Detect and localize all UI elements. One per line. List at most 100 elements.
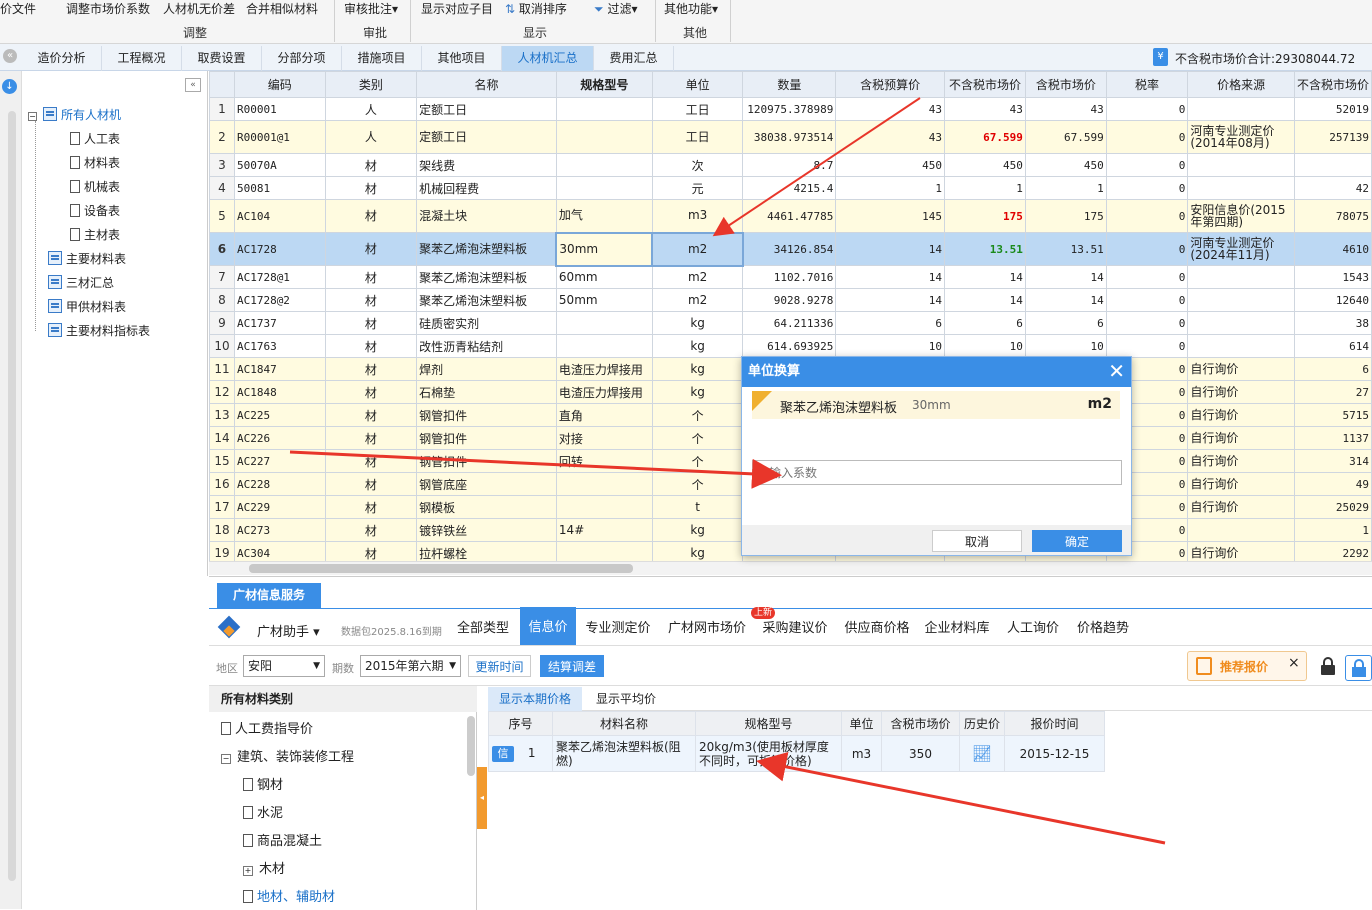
tab-cost-analysis[interactable]: 造价分析 xyxy=(22,46,102,71)
cell-name[interactable]: 石棉垫 xyxy=(416,380,557,404)
cat-steel[interactable]: 钢材 xyxy=(243,776,283,796)
cell-market-inc[interactable]: 14 xyxy=(1024,265,1107,289)
cell-code[interactable]: R00001 xyxy=(233,97,326,121)
tab-fee-summary[interactable]: 费用汇总 xyxy=(594,46,674,71)
cell-spec[interactable] xyxy=(555,311,653,335)
settle-adjust-button[interactable]: 结算调差 xyxy=(540,655,604,677)
close-icon[interactable]: × xyxy=(1288,655,1300,671)
cell-name[interactable]: 改性沥青粘结剂 xyxy=(416,334,557,358)
tree-item-key-indicators[interactable]: 主要材料指标表 xyxy=(48,321,150,341)
cell-spec[interactable]: 60mm xyxy=(555,265,653,289)
tab-info-price[interactable]: 信息价 xyxy=(520,607,576,645)
cell-budget[interactable]: 43 xyxy=(835,120,945,154)
cell-budget[interactable]: 450 xyxy=(835,153,945,177)
unlock-icon[interactable] xyxy=(1345,655,1372,681)
cell-market-ex[interactable]: 14 xyxy=(943,265,1026,289)
cell-name[interactable]: 钢模板 xyxy=(416,495,557,519)
cell-code[interactable]: 50070A xyxy=(233,153,326,177)
cell-spec[interactable]: 对接 xyxy=(555,426,653,450)
cat-timber[interactable]: + 木材 xyxy=(243,860,285,880)
cell-total[interactable]: 257139 xyxy=(1293,120,1372,154)
cell-total[interactable]: 12640 xyxy=(1293,288,1372,312)
cell-name[interactable]: 聚苯乙烯泡沫塑料板 xyxy=(416,232,557,266)
cell-type[interactable]: 材 xyxy=(324,334,418,358)
cell-type[interactable]: 材 xyxy=(324,403,418,427)
ribbon-review-note[interactable]: 审核批注▾ xyxy=(344,0,398,17)
cell-unit[interactable]: 工日 xyxy=(651,97,744,121)
col-header-unit[interactable]: 单位 xyxy=(651,71,744,98)
category-scrollbar[interactable] xyxy=(467,716,475,776)
cell-name[interactable]: 架线费 xyxy=(416,153,557,177)
cell-name[interactable]: 混凝土块 xyxy=(416,199,557,233)
cancel-button[interactable]: 取消 xyxy=(932,530,1022,552)
cell-type[interactable]: 材 xyxy=(324,357,418,381)
period-select[interactable]: 2015年第六期 xyxy=(360,655,461,677)
cell-type[interactable]: 材 xyxy=(324,541,418,561)
tab-price-trend[interactable]: 价格趋势 xyxy=(1071,613,1135,645)
ribbon-show-sub[interactable]: 显示对应子目 xyxy=(421,0,493,17)
cell-tax[interactable]: 0 xyxy=(1105,199,1189,233)
confirm-button[interactable]: 确定 xyxy=(1032,530,1122,552)
tree-item-all[interactable]: − 所有人材机 xyxy=(28,105,121,125)
cell-source[interactable] xyxy=(1187,518,1295,542)
cell-tax[interactable]: 0 xyxy=(1105,265,1189,289)
cell-type[interactable]: 材 xyxy=(324,153,418,177)
cell-tax[interactable]: 0 xyxy=(1105,232,1189,266)
cell-type[interactable]: 材 xyxy=(324,518,418,542)
cell-name[interactable]: 焊剂 xyxy=(416,357,557,381)
col-header-name[interactable]: 名称 xyxy=(416,71,557,98)
cell-qty[interactable]: 38038.973514 xyxy=(742,120,837,154)
cell-market-inc[interactable]: 43 xyxy=(1024,97,1107,121)
cell-source[interactable]: 自行询价 xyxy=(1187,426,1295,450)
cell-spec[interactable]: 直角 xyxy=(555,403,653,427)
cell-source[interactable]: 自行询价 xyxy=(1187,449,1295,473)
cell-total[interactable]: 6 xyxy=(1293,357,1372,381)
table-row[interactable]: 9 AC1737 材硅质密实剂 kg 64.211336 6 6 6 0 38 xyxy=(209,311,1372,335)
col-header-budget[interactable]: 含税预算价 xyxy=(835,71,945,98)
cell-unit[interactable]: 个 xyxy=(651,472,744,496)
cell-market-inc[interactable]: 13.51 xyxy=(1024,232,1107,266)
tab-other-items[interactable]: 其他项目 xyxy=(422,46,502,71)
cell-total[interactable]: 52019 xyxy=(1293,97,1372,121)
cell-type[interactable]: 材 xyxy=(324,232,418,266)
cell-name[interactable]: 镀锌铁丝 xyxy=(416,518,557,542)
ribbon-cancel-sort[interactable]: ⇅ 取消排序 xyxy=(505,0,567,17)
table-row[interactable]: 7 AC1728@1 材聚苯乙烯泡沫塑料板 60mm m2 1102.7016 14 14 14… xyxy=(209,265,1372,289)
col-header-source[interactable]: 价格来源 xyxy=(1187,71,1295,98)
tree-item-main-material[interactable]: 主材表 xyxy=(70,225,120,245)
cell-type[interactable]: 材 xyxy=(324,426,418,450)
cell-type[interactable]: 材 xyxy=(324,311,418,335)
cell-source[interactable]: 自行询价 xyxy=(1187,495,1295,519)
cell-market-inc[interactable]: 67.599 xyxy=(1024,120,1107,154)
cell-tax[interactable]: 0 xyxy=(1105,153,1189,177)
cell-name[interactable]: 定额工日 xyxy=(416,120,557,154)
cell-total[interactable]: 314 xyxy=(1293,449,1372,473)
cell-source[interactable]: 自行询价 xyxy=(1187,380,1295,404)
col-header-spec[interactable]: 规格型号 xyxy=(555,71,653,98)
cell-market-ex[interactable]: 43 xyxy=(943,97,1026,121)
cell-qty[interactable]: 4461.47785 xyxy=(742,199,837,233)
collapse-icon[interactable]: « xyxy=(3,49,17,63)
expand-handle-icon[interactable]: ◂ xyxy=(477,767,487,829)
table-row[interactable]: 2 R00001@1 人定额工日 工日 38038.973514 43 67.599 67.5… xyxy=(209,120,1372,154)
cell-source[interactable] xyxy=(1187,176,1295,200)
cell-total[interactable]: 4610 xyxy=(1293,232,1372,266)
cell-source[interactable] xyxy=(1187,265,1295,289)
cell-market-inc[interactable]: 175 xyxy=(1024,199,1107,233)
cell-budget[interactable]: 1 xyxy=(835,176,945,200)
scroll-thumb[interactable] xyxy=(249,564,633,573)
tab-sub-items[interactable]: 分部分项 xyxy=(262,46,342,71)
cell-type[interactable]: 材 xyxy=(324,288,418,312)
table-row[interactable]: 8 AC1728@2 材聚苯乙烯泡沫塑料板 50mm m2 9028.9278 14 14 14… xyxy=(209,288,1372,312)
cell-name[interactable]: 钢管扣件 xyxy=(416,426,557,450)
cell-code[interactable]: AC304 xyxy=(233,541,326,561)
cell-tax[interactable]: 0 xyxy=(1105,288,1189,312)
download-icon[interactable]: ↓ xyxy=(2,79,17,94)
cell-total[interactable]: 1 xyxy=(1293,518,1372,542)
cell-spec[interactable]: 电渣压力焊接用 xyxy=(555,357,653,381)
cell-qty[interactable]: 614.693925 xyxy=(742,334,837,358)
cell-total[interactable]: 78075 xyxy=(1293,199,1372,233)
ribbon-other-functions[interactable]: 其他功能▾ xyxy=(664,0,718,17)
panel-title-tab[interactable]: 广材信息服务 xyxy=(217,583,321,608)
cell-unit[interactable]: m2 xyxy=(651,288,744,312)
